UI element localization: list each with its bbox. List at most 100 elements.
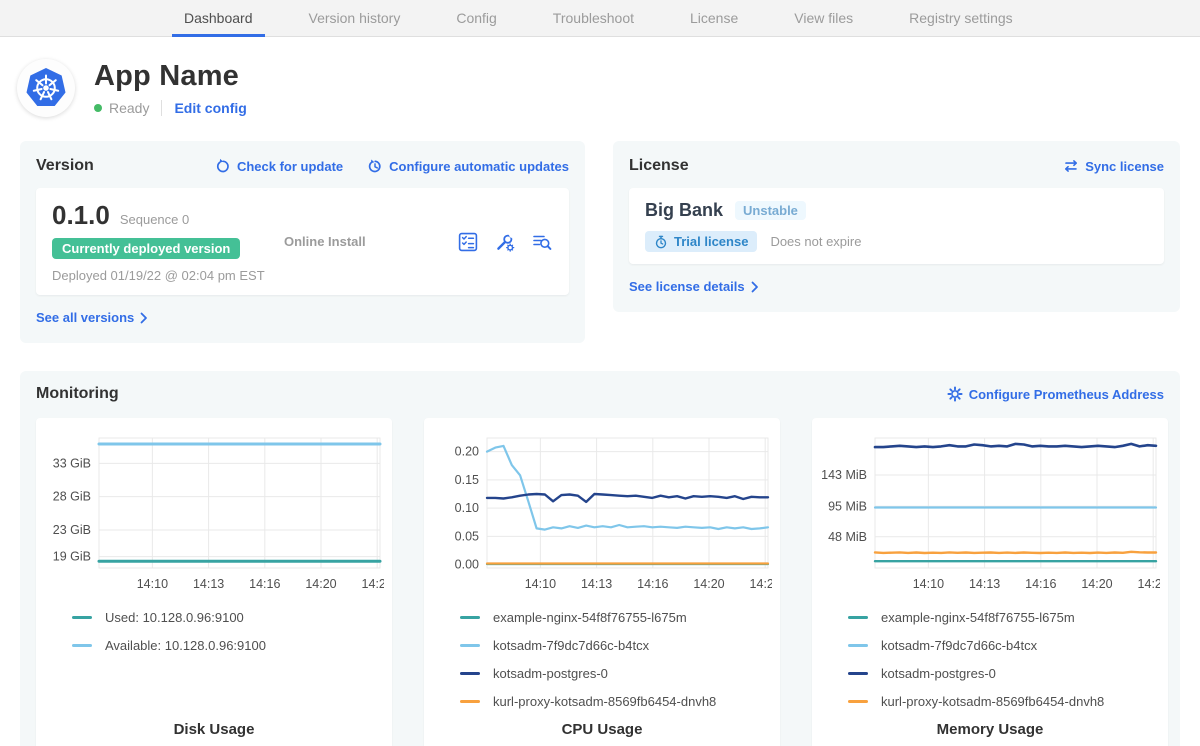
app-header: App Name Ready Edit config	[0, 37, 1200, 141]
clock-refresh-icon	[367, 158, 383, 174]
tab-dashboard[interactable]: Dashboard	[172, 0, 265, 36]
trial-license-badge: Trial license	[645, 231, 757, 252]
svg-text:14:20: 14:20	[305, 577, 336, 591]
chevron-right-icon	[751, 281, 759, 293]
svg-text:14:16: 14:16	[1025, 577, 1056, 591]
legend-label: kurl-proxy-kotsadm-8569fb6454-dnvh8	[493, 694, 716, 709]
configure-prometheus-link[interactable]: Configure Prometheus Address	[947, 386, 1164, 402]
legend-label: kotsadm-postgres-0	[493, 666, 608, 681]
chart-title: Disk Usage	[44, 721, 384, 742]
svg-text:19 GiB: 19 GiB	[53, 550, 91, 564]
cards-row: Version Check for update	[0, 141, 1200, 343]
top-nav: Dashboard Version history Config Troublesho…	[0, 0, 1200, 37]
kots-dashboard-page: Dashboard Version history Config Troublesho…	[0, 0, 1200, 746]
tab-version-history[interactable]: Version history	[297, 0, 413, 36]
legend-label: Available: 10.128.0.96:9100	[105, 638, 266, 653]
legend-swatch	[72, 616, 92, 619]
legend-item: example-nginx-54f8f76755-l675m	[460, 608, 772, 626]
chart-plot: 14:1014:1314:1614:2014:230.000.050.100.1…	[432, 428, 772, 600]
svg-text:14:16: 14:16	[637, 577, 668, 591]
legend-label: kurl-proxy-kotsadm-8569fb6454-dnvh8	[881, 694, 1104, 709]
legend-item: kotsadm-postgres-0	[848, 664, 1160, 682]
legend-label: Used: 10.128.0.96:9100	[105, 610, 244, 625]
version-number: 0.1.0	[52, 200, 110, 231]
tab-view-files[interactable]: View files	[782, 0, 865, 36]
chart-plot: 14:1014:1314:1614:2014:2348 MiB95 MiB143…	[820, 428, 1160, 600]
svg-text:0.05: 0.05	[455, 529, 479, 543]
check-for-update-link[interactable]: Check for update	[215, 158, 343, 174]
legend-swatch	[72, 644, 92, 647]
version-card-title: Version	[36, 157, 94, 175]
svg-text:14:13: 14:13	[193, 577, 224, 591]
svg-text:14:10: 14:10	[913, 577, 944, 591]
tab-registry-settings[interactable]: Registry settings	[897, 0, 1024, 36]
sync-arrows-icon	[1063, 158, 1079, 174]
legend-item: kurl-proxy-kotsadm-8569fb6454-dnvh8	[848, 692, 1160, 710]
license-panel: Big Bank Unstable Trial license Does not…	[629, 188, 1164, 264]
legend-item: kurl-proxy-kotsadm-8569fb6454-dnvh8	[460, 692, 772, 710]
svg-text:14:13: 14:13	[969, 577, 1000, 591]
sync-license-link[interactable]: Sync license	[1063, 158, 1164, 174]
svg-text:14:20: 14:20	[1081, 577, 1112, 591]
svg-text:33 GiB: 33 GiB	[53, 456, 91, 470]
legend-item: kotsadm-7f9dc7d66c-b4tcx	[848, 636, 1160, 654]
stopwatch-icon	[654, 235, 668, 249]
svg-text:28 GiB: 28 GiB	[53, 490, 91, 504]
channel-badge: Unstable	[735, 201, 806, 220]
page-title: App Name	[94, 60, 247, 93]
deployed-badge: Currently deployed version	[52, 238, 240, 259]
svg-text:0.20: 0.20	[455, 445, 479, 459]
divider	[161, 100, 162, 116]
svg-text:0.00: 0.00	[455, 558, 479, 572]
legend-label: example-nginx-54f8f76755-l675m	[493, 610, 687, 625]
see-license-details-link[interactable]: See license details	[629, 279, 759, 294]
tab-license[interactable]: License	[678, 0, 750, 36]
monitoring-charts: 14:1014:1314:1614:2014:2319 GiB23 GiB28 …	[36, 418, 1164, 746]
legend-item: example-nginx-54f8f76755-l675m	[848, 608, 1160, 626]
chart-card-disk-usage: 14:1014:1314:1614:2014:2319 GiB23 GiB28 …	[36, 418, 392, 746]
version-sequence: Sequence 0	[120, 212, 189, 227]
wrench-gear-icon	[494, 231, 516, 253]
svg-text:0.15: 0.15	[455, 473, 479, 487]
monitoring-section: Monitoring Configure Prometheu	[20, 371, 1180, 746]
configure-automatic-updates-link[interactable]: Configure automatic updates	[367, 158, 569, 174]
legend-swatch	[848, 700, 868, 703]
see-all-versions-link[interactable]: See all versions	[36, 310, 148, 325]
tab-config[interactable]: Config	[444, 0, 508, 36]
license-expiry: Does not expire	[770, 234, 861, 249]
legend-item: Used: 10.128.0.96:9100	[72, 608, 384, 626]
legend-item: kotsadm-7f9dc7d66c-b4tcx	[460, 636, 772, 654]
deployed-timestamp: Deployed 01/19/22 @ 02:04 pm EST	[52, 268, 270, 283]
monitoring-title: Monitoring	[36, 385, 119, 403]
chart-title: Memory Usage	[820, 721, 1160, 742]
view-logs-button[interactable]	[531, 231, 553, 253]
nav-tabs: Dashboard Version history Config Troublesho…	[172, 0, 1057, 36]
chart-card-cpu-usage: 14:1014:1314:1614:2014:230.000.050.100.1…	[424, 418, 780, 746]
chart-plot: 14:1014:1314:1614:2014:2319 GiB23 GiB28 …	[44, 428, 384, 600]
svg-text:48 MiB: 48 MiB	[828, 530, 867, 544]
preflight-checks-button[interactable]	[457, 231, 479, 253]
legend-item: Available: 10.128.0.96:9100	[72, 636, 384, 654]
license-card: License Sync license Big Bank Unstable	[613, 141, 1180, 312]
edit-config-link[interactable]: Edit config	[174, 100, 246, 116]
legend-swatch	[460, 672, 480, 675]
svg-text:14:16: 14:16	[249, 577, 280, 591]
kubernetes-icon	[23, 65, 69, 111]
license-card-title: License	[629, 157, 689, 175]
svg-text:0.10: 0.10	[455, 501, 479, 515]
legend-swatch	[460, 700, 480, 703]
legend-label: kotsadm-7f9dc7d66c-b4tcx	[881, 638, 1037, 653]
svg-text:14:13: 14:13	[581, 577, 612, 591]
deployed-version-panel: 0.1.0 Sequence 0 Currently deployed vers…	[36, 188, 569, 295]
ready-status-dot	[94, 104, 102, 112]
troubleshoot-button[interactable]	[494, 231, 516, 253]
legend-swatch	[460, 644, 480, 647]
tab-troubleshoot[interactable]: Troubleshoot	[541, 0, 646, 36]
status-label: Ready	[109, 100, 149, 116]
checklist-icon	[457, 231, 479, 253]
svg-text:14:23: 14:23	[750, 577, 772, 591]
version-card: Version Check for update	[20, 141, 585, 343]
svg-text:14:10: 14:10	[137, 577, 168, 591]
legend-swatch	[848, 616, 868, 619]
legend-label: kotsadm-7f9dc7d66c-b4tcx	[493, 638, 649, 653]
